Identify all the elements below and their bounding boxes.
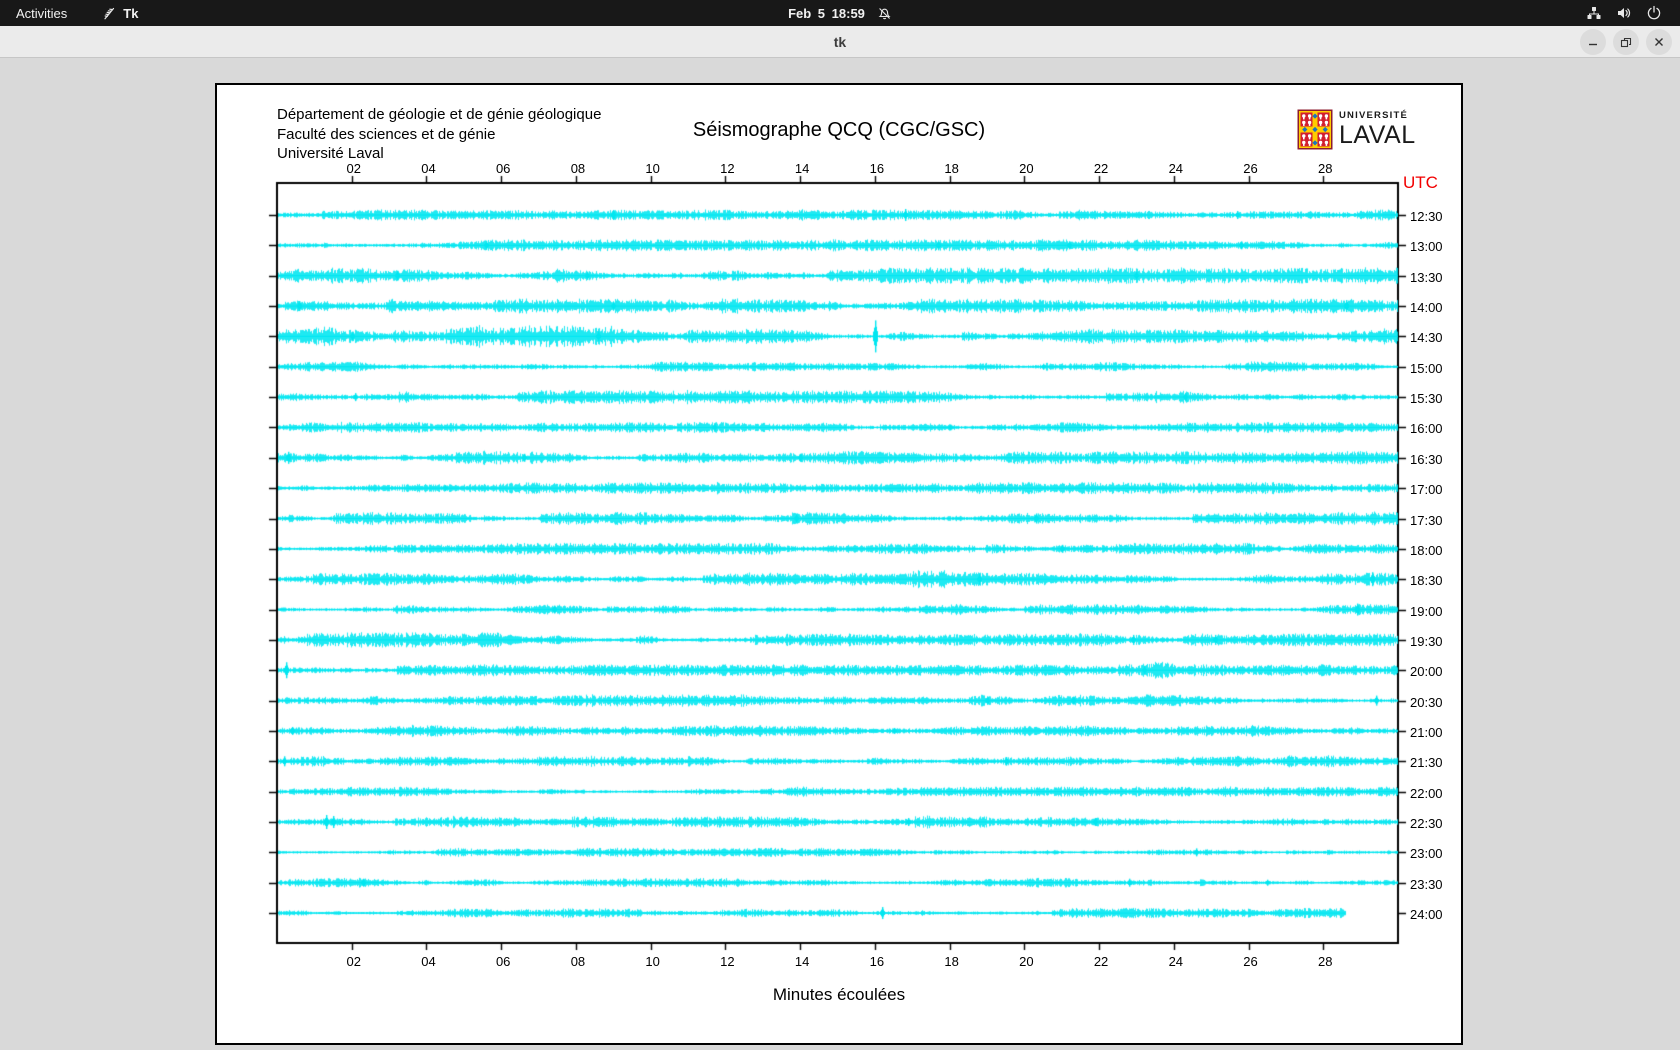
time-row-label: 15:30	[1410, 391, 1443, 407]
desktop: Activities Tk Feb 5 18:59 tk Département…	[0, 0, 1680, 1050]
tk-client-area: Département de géologie et de génie géol…	[0, 58, 1680, 1050]
time-row-label: 17:30	[1410, 512, 1443, 528]
window-titlebar[interactable]: tk	[0, 26, 1680, 58]
minimize-button[interactable]	[1580, 29, 1606, 55]
time-row-label: 15:00	[1410, 360, 1443, 376]
time-row-label: 16:30	[1410, 451, 1443, 467]
time-row-label: 23:30	[1410, 876, 1443, 892]
window-title: tk	[833, 33, 847, 50]
x-tick-label-bottom: 26	[1243, 954, 1258, 969]
time-row-label: 22:30	[1410, 816, 1443, 831]
x-tick-label-bottom: 02	[346, 954, 361, 969]
utc-label: UTC	[1403, 173, 1438, 192]
time-row-label: 19:00	[1410, 603, 1443, 619]
x-tick-label-bottom: 08	[570, 954, 586, 969]
app-name-label: Tk	[123, 5, 139, 21]
x-tick-label-top: 14	[794, 161, 810, 176]
x-tick-label-bottom: 18	[944, 954, 959, 969]
wired-network-icon	[1587, 7, 1601, 19]
time-row-label: 22:00	[1410, 785, 1443, 801]
laval-shield-icon	[1297, 109, 1333, 150]
x-tick-label-top: 28	[1318, 161, 1333, 176]
gnome-top-bar: Activities Tk Feb 5 18:59	[0, 0, 1680, 26]
x-tick-label-bottom: 04	[421, 954, 436, 969]
time-row-label: 21:00	[1410, 724, 1443, 740]
maximize-icon	[1620, 37, 1632, 48]
logo-laval-label: LAVAL	[1339, 120, 1416, 149]
address-line-2: Faculté des sciences et de génie	[277, 125, 496, 143]
time-row-label: 24:00	[1410, 907, 1443, 923]
x-tick-label-bottom: 24	[1168, 954, 1184, 969]
activities-button[interactable]: Activities	[16, 6, 67, 21]
x-tick-label-bottom: 22	[1093, 954, 1109, 969]
x-tick-label-top: 12	[720, 161, 735, 176]
x-axis-title: Minutes écoulées	[772, 985, 906, 1004]
x-tick-label-top: 02	[346, 161, 361, 176]
power-icon	[1647, 5, 1661, 20]
x-tick-label-top: 24	[1168, 161, 1184, 176]
time-row-label: 20:30	[1410, 694, 1443, 710]
time-row-label: 18:00	[1410, 542, 1443, 558]
clock-label: Feb 5 18:59	[788, 5, 865, 21]
time-row-label: 13:00	[1410, 239, 1443, 255]
seismograph-frame: Département de géologie et de génie géol…	[215, 83, 1463, 1045]
time-row-label: 16:00	[1410, 421, 1443, 437]
x-tick-label-top: 22	[1093, 161, 1109, 176]
x-tick-label-bottom: 12	[720, 954, 735, 969]
time-row-label: 14:30	[1410, 330, 1443, 346]
chart-title: Séismographe QCQ (CGC/GSC)	[692, 119, 986, 141]
seismograph-plot-canvas	[217, 85, 1461, 1043]
x-tick-label-bottom: 06	[495, 954, 511, 969]
x-tick-label-top: 10	[645, 161, 660, 176]
address-line-3: Université Laval	[277, 145, 384, 162]
maximize-button[interactable]	[1613, 29, 1639, 55]
x-tick-label-top: 06	[495, 161, 511, 176]
x-tick-label-bottom: 16	[869, 954, 885, 969]
x-tick-label-bottom: 14	[794, 954, 810, 969]
x-tick-label-top: 20	[1019, 161, 1034, 176]
department-address: Département de géologie et de génie géol…	[277, 105, 601, 164]
x-tick-label-bottom: 10	[645, 954, 660, 969]
system-status-area[interactable]	[1586, 0, 1680, 26]
x-tick-label-bottom: 20	[1019, 954, 1034, 969]
time-row-label: 18:30	[1410, 573, 1443, 589]
focused-app-menu[interactable]: Tk	[101, 6, 138, 21]
tk-feather-icon	[104, 7, 115, 19]
x-tick-label-top: 16	[869, 161, 885, 176]
notifications-muted-icon	[878, 7, 891, 19]
x-tick-label-top: 08	[570, 161, 586, 176]
time-row-label: 17:00	[1410, 482, 1443, 498]
minimize-icon	[1589, 43, 1597, 46]
x-tick-label-top: 18	[944, 161, 959, 176]
close-icon	[1655, 38, 1663, 46]
universite-laval-logo: UNIVERSITÉ LAVAL	[1297, 109, 1416, 150]
volume-icon	[1618, 8, 1631, 18]
time-row-label: 23:00	[1410, 846, 1443, 862]
time-row-label: 14:00	[1410, 300, 1443, 316]
logo-universite-label: UNIVERSITÉ	[1339, 110, 1409, 122]
close-button[interactable]	[1646, 29, 1672, 55]
time-row-label: 20:00	[1410, 664, 1443, 680]
address-line-1: Département de géologie et de génie géol…	[277, 106, 602, 123]
x-tick-label-top: 26	[1243, 161, 1258, 176]
time-row-label: 13:30	[1410, 269, 1443, 285]
time-row-label: 21:30	[1410, 755, 1443, 771]
x-tick-label-top: 04	[421, 161, 436, 176]
clock-menu[interactable]: Feb 5 18:59	[788, 0, 892, 26]
time-row-label: 12:30	[1410, 209, 1443, 224]
time-row-label: 19:30	[1410, 633, 1443, 649]
x-tick-label-bottom: 28	[1318, 954, 1333, 969]
